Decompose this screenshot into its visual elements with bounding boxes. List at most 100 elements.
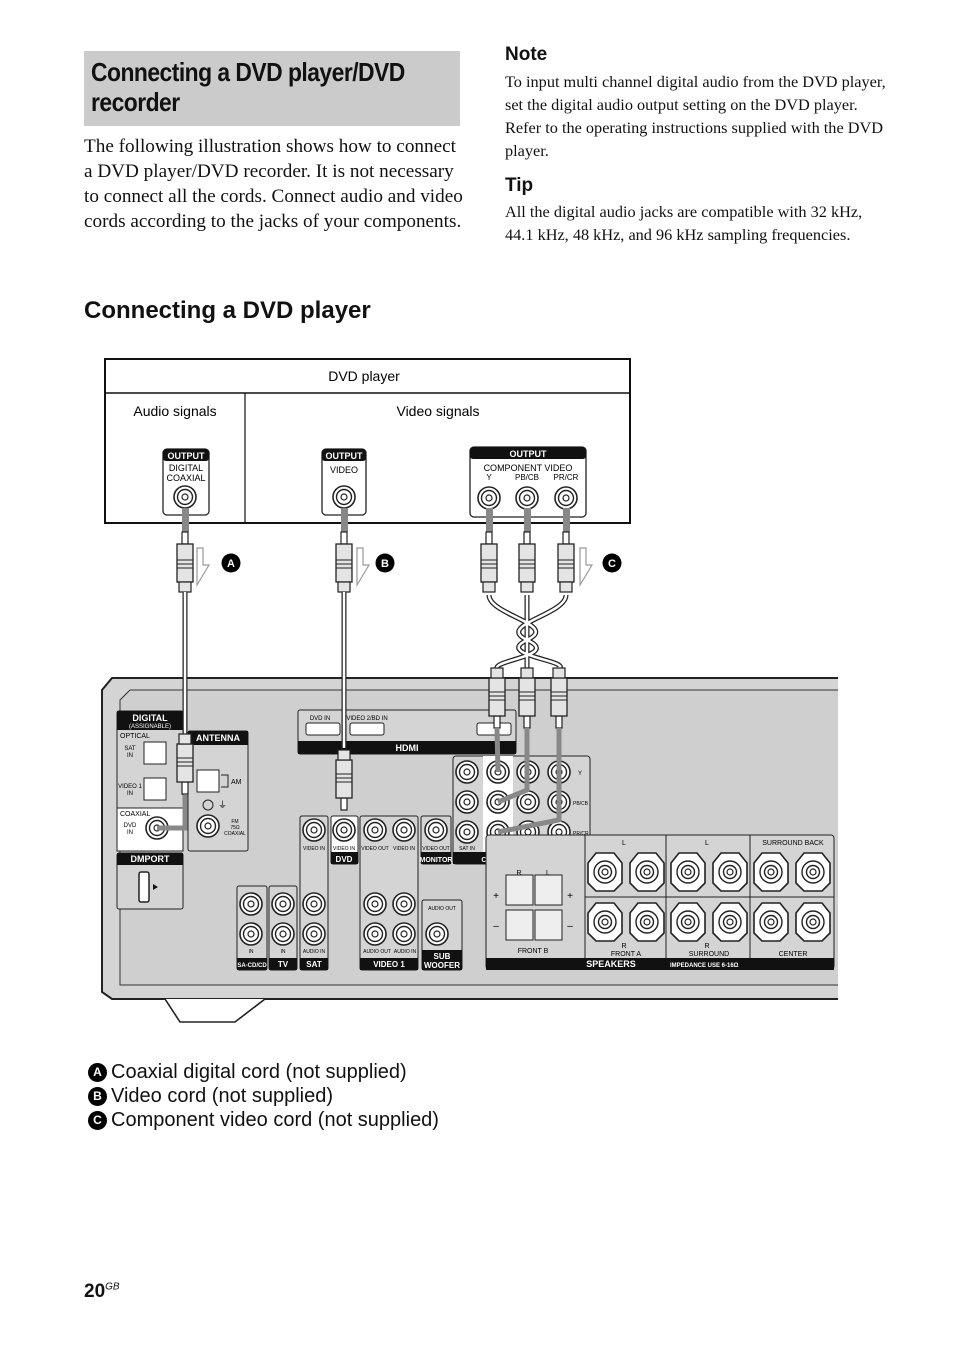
surround-r-label: R	[704, 943, 709, 950]
comp-y-label: Y	[486, 473, 492, 482]
comp-y-label: Y	[578, 771, 582, 777]
component-label: COMPONENT VIDEO	[484, 463, 573, 473]
fm-label: COAXIAL	[224, 831, 246, 837]
page-number-value: 20	[84, 1281, 106, 1302]
coax-label-2: COAXIAL	[166, 473, 205, 483]
legend-item-b: B Video cord (not supplied)	[88, 1084, 439, 1108]
page-suffix: GB	[105, 1281, 120, 1293]
hdmi-dvd-in-jack	[305, 722, 341, 736]
video1-audio-in-label: AUDIO IN	[394, 949, 417, 955]
badge-b-icon: B	[88, 1086, 107, 1106]
front-a-label: FRONT A	[611, 951, 642, 958]
center-label: CENTER	[779, 951, 808, 958]
badge-c-letter: C	[608, 558, 616, 570]
legend-item-a: A Coaxial digital cord (not supplied)	[88, 1060, 439, 1084]
monitor-label: MONITOR	[420, 857, 453, 864]
video1-in-label: VIDEO 1	[118, 784, 142, 790]
surround-label: SURROUND	[689, 951, 729, 958]
front-b-r-label: R	[516, 870, 521, 877]
video1-video-out-label: VIDEO OUT	[361, 846, 389, 852]
minus-label: –	[493, 921, 499, 932]
optical-label: OPTICAL	[120, 733, 150, 740]
output-label: OUTPUT	[510, 449, 548, 459]
dvd-in-label: DVD	[124, 823, 137, 829]
output-label: OUTPUT	[168, 451, 206, 461]
optical-video1-in-jack	[143, 777, 167, 801]
legend-item-c: C Component video cord (not supplied)	[88, 1108, 439, 1132]
tv-in-label: IN	[281, 949, 286, 955]
subwoofer-label: WOOFER	[424, 961, 460, 970]
badge-c-icon: C	[88, 1110, 107, 1130]
dvd-label: DVD	[336, 855, 353, 864]
receiver-rear-panel: DIGITAL (ASSIGNABLE) OPTICAL SAT IN VIDE…	[101, 677, 838, 1023]
video1-label: VIDEO 1	[373, 960, 405, 969]
hdmi-dvd-in-label: DVD IN	[310, 716, 330, 722]
audio-signals-header: Audio signals	[133, 403, 216, 419]
video-signals-header: Video signals	[396, 403, 479, 419]
am-label: AM	[231, 779, 242, 786]
subwoofer-label: SUB	[434, 952, 451, 961]
sat-label: SAT	[306, 960, 322, 969]
surround-l-label: L	[705, 840, 709, 847]
dmport-section: DMPORT	[116, 852, 184, 910]
surround-back-label: SURROUND BACK	[762, 840, 824, 847]
coax-label-1: DIGITAL	[169, 463, 203, 473]
fm-antenna-jack	[196, 814, 220, 838]
comp-pb-label: PB/CB	[573, 801, 589, 807]
video1-audio-out-label: AUDIO OUT	[363, 949, 391, 955]
connection-diagram: DVD player Audio signals Video signals O…	[101, 358, 838, 1023]
dvd-in-label: IN	[127, 830, 133, 836]
comp-sat-in-label: SAT IN	[459, 846, 475, 852]
output-label: OUTPUT	[326, 451, 364, 461]
badge-b-letter: B	[381, 558, 389, 570]
dvd-video-in-jack	[332, 818, 356, 842]
comp-pb-label: PB/CB	[515, 473, 539, 482]
legend-label: Video cord (not supplied)	[111, 1085, 333, 1107]
front-a-r-label: R	[621, 943, 626, 950]
tv-label: TV	[278, 960, 289, 969]
antenna-section: ANTENNA AM ⏚ FM 75Ω COAXIAL	[187, 730, 249, 852]
front-a-l-label: L	[622, 840, 626, 847]
minus-label: –	[567, 921, 573, 932]
dvd-component-output-jacks: OUTPUT COMPONENT VIDEO Y PB/CB PR/CR	[469, 446, 587, 518]
front-b-l-label: L	[546, 870, 550, 877]
digital-label: DIGITAL	[132, 713, 168, 723]
dvd-coaxial-output-jack: OUTPUT DIGITAL COAXIAL	[162, 448, 210, 516]
sat-video-in-label: VIDEO IN	[303, 846, 325, 852]
coaxial-label: COAXIAL	[120, 811, 150, 818]
badge-a-icon: A	[88, 1062, 107, 1082]
video1-in-label: IN	[127, 791, 133, 797]
speakers-label: SPEAKERS	[586, 959, 636, 969]
dvd-player-panel: DVD player Audio signals Video signals O…	[104, 358, 631, 524]
ground-icon: ⏚	[218, 800, 227, 810]
dvd-video-output-jack: OUTPUT VIDEO	[321, 448, 367, 516]
page-number: 20GB	[84, 1281, 120, 1303]
monitor-video-out-label: VIDEO OUT	[422, 846, 450, 852]
optical-sat-in-jack	[143, 741, 167, 765]
hdmi-section: HDMI DVD IN VIDEO 2/BD IN	[297, 709, 517, 755]
speakers-section: SPEAKERS IMPEDANCE USE 6-16Ω R L + + – –…	[485, 834, 835, 970]
sub-audio-out-label: AUDIO OUT	[428, 906, 456, 912]
sat-audio-in-label: AUDIO IN	[303, 949, 326, 955]
hdmi-video2-label: VIDEO 2/BD IN	[346, 716, 387, 722]
legend-label: Coaxial digital cord (not supplied)	[111, 1061, 407, 1083]
dvd-video-in-label: VIDEO IN	[333, 846, 355, 852]
sat-in-label: SAT	[124, 746, 136, 752]
plus-label: +	[493, 891, 499, 902]
plus-label: +	[567, 891, 573, 902]
dmport-jack	[138, 871, 150, 903]
sat-in-label: IN	[127, 753, 133, 759]
badge-a-letter: A	[227, 558, 235, 570]
comp-pr-label: PR/CR	[554, 473, 579, 482]
hdmi-label: HDMI	[396, 743, 419, 753]
cord-legend: A Coaxial digital cord (not supplied) B …	[88, 1060, 439, 1132]
hdmi-video2-jack	[349, 722, 385, 736]
front-b-label: FRONT B	[518, 948, 549, 955]
dvd-player-title: DVD player	[328, 368, 400, 384]
assignable-label: (ASSIGNABLE)	[129, 724, 171, 730]
legend-label: Component video cord (not supplied)	[111, 1109, 439, 1131]
video1-video-in-label: VIDEO IN	[393, 846, 415, 852]
impedance-label: IMPEDANCE USE 6-16Ω	[670, 963, 739, 969]
antenna-label: ANTENNA	[196, 733, 240, 743]
sacd-label: SA-CD/CD	[237, 963, 267, 969]
